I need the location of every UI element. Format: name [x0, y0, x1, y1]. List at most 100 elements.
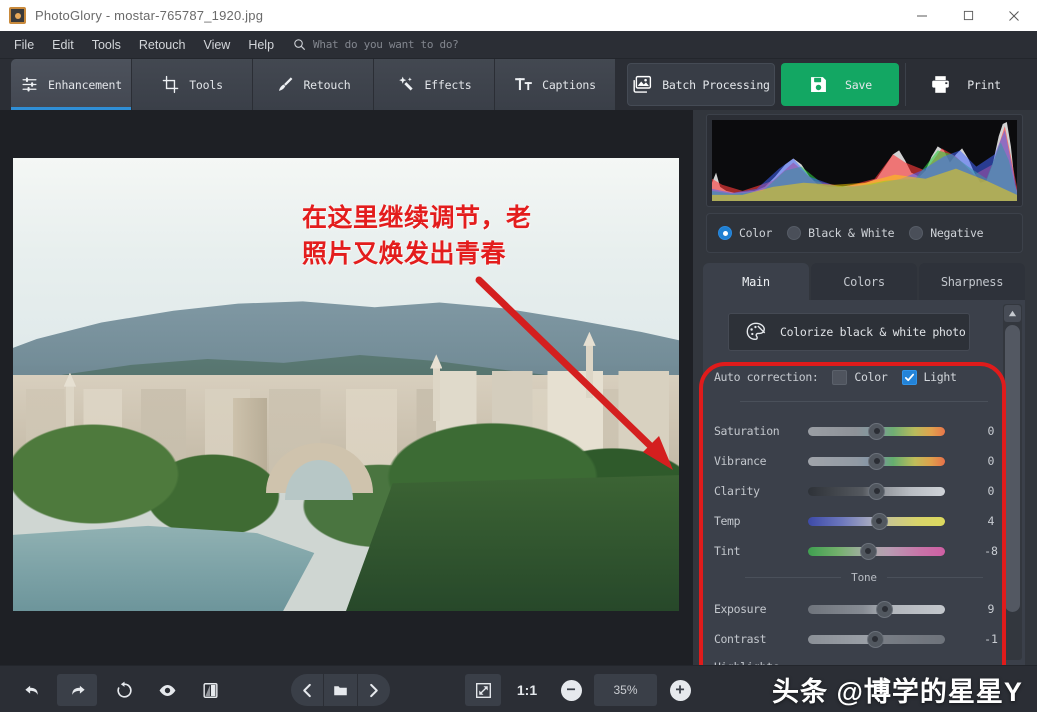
chevron-up-icon [1008, 310, 1017, 317]
radio-negative[interactable]: Negative [909, 226, 984, 240]
tab-captions[interactable]: Captions [495, 59, 616, 110]
radio-negative-indicator [909, 226, 924, 240]
scroll-up-button[interactable] [1004, 305, 1021, 322]
undo-button[interactable] [12, 674, 52, 706]
slider-label-saturation: Saturation [714, 424, 780, 438]
slider-row-highlights: Highlights [703, 652, 1025, 665]
checkbox-auto-color[interactable] [832, 369, 848, 385]
slider-knob-saturation[interactable] [868, 422, 885, 440]
scrollbar-thumb[interactable] [1005, 325, 1020, 612]
title-bar: PhotoGlory - mostar-765787_1920.jpg [0, 0, 1037, 31]
tab-effects[interactable]: Effects [374, 59, 495, 110]
redo-button[interactable] [57, 674, 97, 706]
chevron-left-icon [302, 683, 311, 697]
slider-track-temp[interactable] [808, 512, 945, 530]
slider-knob-tint[interactable] [859, 542, 877, 560]
tab-enhancement[interactable]: Enhancement [11, 59, 132, 110]
photo-canvas[interactable]: 在这里继续调节，老 照片又焕发出青春 [0, 110, 693, 665]
slider-knob-temp[interactable] [870, 512, 888, 530]
slider-row-temp: Temp 4 [703, 506, 1025, 536]
reset-button[interactable] [104, 674, 144, 706]
zoom-percent-display[interactable]: 35% [594, 674, 657, 706]
fit-to-screen-button[interactable] [465, 674, 501, 706]
zoom-out-button[interactable]: − [553, 674, 589, 706]
magic-wand-icon [399, 76, 414, 91]
undo-icon [24, 685, 38, 695]
maximize-icon[interactable] [945, 0, 991, 31]
slider-knob-contrast[interactable] [866, 630, 884, 648]
menu-item-help[interactable]: Help [239, 31, 283, 59]
radio-black-and-white-indicator [787, 226, 802, 240]
checkbox-auto-light-label: Light [923, 370, 957, 384]
colorize-button[interactable]: Colorize black & white photo [728, 313, 970, 351]
open-folder-button[interactable] [323, 674, 356, 706]
search-input[interactable]: What do you want to do? [313, 38, 459, 51]
panel-scrollbar[interactable] [1003, 304, 1022, 660]
slider-label-vibrance: Vibrance [714, 454, 767, 468]
slider-track-saturation[interactable] [808, 422, 945, 440]
search-box[interactable]: What do you want to do? [293, 38, 459, 51]
slider-knob-clarity[interactable] [868, 482, 885, 500]
zoom-one-to-one-button[interactable]: 1:1 [506, 674, 548, 706]
auto-correction-label: Auto correction: [714, 370, 819, 384]
folder-icon [334, 685, 347, 695]
sliders-icon [22, 77, 37, 92]
slider-row-vibrance: Vibrance 0 [703, 446, 1025, 476]
minimize-icon[interactable] [899, 0, 945, 31]
slider-track-contrast[interactable] [808, 630, 945, 648]
tab-tools[interactable]: Tools [132, 59, 253, 110]
close-icon[interactable] [991, 0, 1037, 31]
slider-knob-exposure[interactable] [876, 600, 894, 618]
annotation-text: 在这里继续调节，老 照片又焕发出青春 [302, 204, 532, 269]
slider-label-tint: Tint [714, 544, 741, 558]
watermark-text: 头条 @博学的星星Y [772, 677, 1023, 707]
minus-icon: − [560, 679, 582, 701]
zoom-in-button[interactable]: + [662, 674, 698, 706]
checkbox-auto-light[interactable] [901, 369, 917, 385]
menu-bar: File Edit Tools Retouch View Help What d… [0, 31, 1037, 59]
rotate-ccw-icon [116, 681, 132, 698]
tab-colors[interactable]: Colors [811, 263, 917, 300]
menu-item-file[interactable]: File [5, 31, 43, 59]
eye-icon [159, 684, 175, 696]
tab-tools-label: Tools [189, 77, 223, 92]
photo-image[interactable]: 在这里继续调节，老 照片又焕发出青春 [13, 158, 679, 611]
slider-track-clarity[interactable] [808, 482, 945, 500]
print-button[interactable]: Print [905, 63, 1025, 106]
tab-retouch-label: Retouch [303, 77, 351, 92]
save-label: Save [845, 77, 872, 92]
radio-color-label: Color [739, 226, 773, 240]
radio-color-indicator [718, 226, 732, 240]
annotation-arrow-icon [475, 276, 673, 470]
window-controls [899, 0, 1037, 31]
crop-icon [162, 75, 179, 94]
photoglory-window: PhotoGlory - mostar-765787_1920.jpg File… [0, 0, 1037, 712]
radio-negative-label: Negative [930, 226, 984, 240]
radio-color[interactable]: Color [718, 226, 772, 240]
slider-track-vibrance[interactable] [808, 452, 945, 470]
tab-retouch[interactable]: Retouch [253, 59, 374, 110]
tab-main[interactable]: Main [703, 263, 809, 300]
menu-item-retouch[interactable]: Retouch [130, 31, 195, 59]
slider-row-tint: Tint -8 [703, 536, 1025, 566]
radio-black-and-white[interactable]: Black & White [787, 226, 895, 240]
next-image-button[interactable] [356, 674, 390, 706]
compare-icon [202, 682, 218, 698]
file-navigation [291, 674, 390, 706]
menu-item-tools[interactable]: Tools [83, 31, 130, 59]
slider-knob-vibrance[interactable] [868, 452, 885, 470]
previous-image-button[interactable] [291, 674, 323, 706]
batch-processing-button[interactable]: Batch Processing [627, 63, 775, 106]
tab-sharpness[interactable]: Sharpness [919, 263, 1025, 300]
colorize-label: Colorize black & white photo [780, 325, 966, 339]
preview-button[interactable] [147, 674, 187, 706]
divider-top [740, 401, 988, 402]
compare-button[interactable] [190, 674, 230, 706]
radio-black-and-white-label: Black & White [808, 226, 895, 240]
slider-track-tint[interactable] [808, 542, 945, 560]
batch-processing-label: Batch Processing [662, 77, 770, 92]
menu-item-view[interactable]: View [194, 31, 239, 59]
slider-track-exposure[interactable] [808, 600, 945, 618]
save-button[interactable]: Save [781, 63, 899, 106]
menu-item-edit[interactable]: Edit [43, 31, 83, 59]
